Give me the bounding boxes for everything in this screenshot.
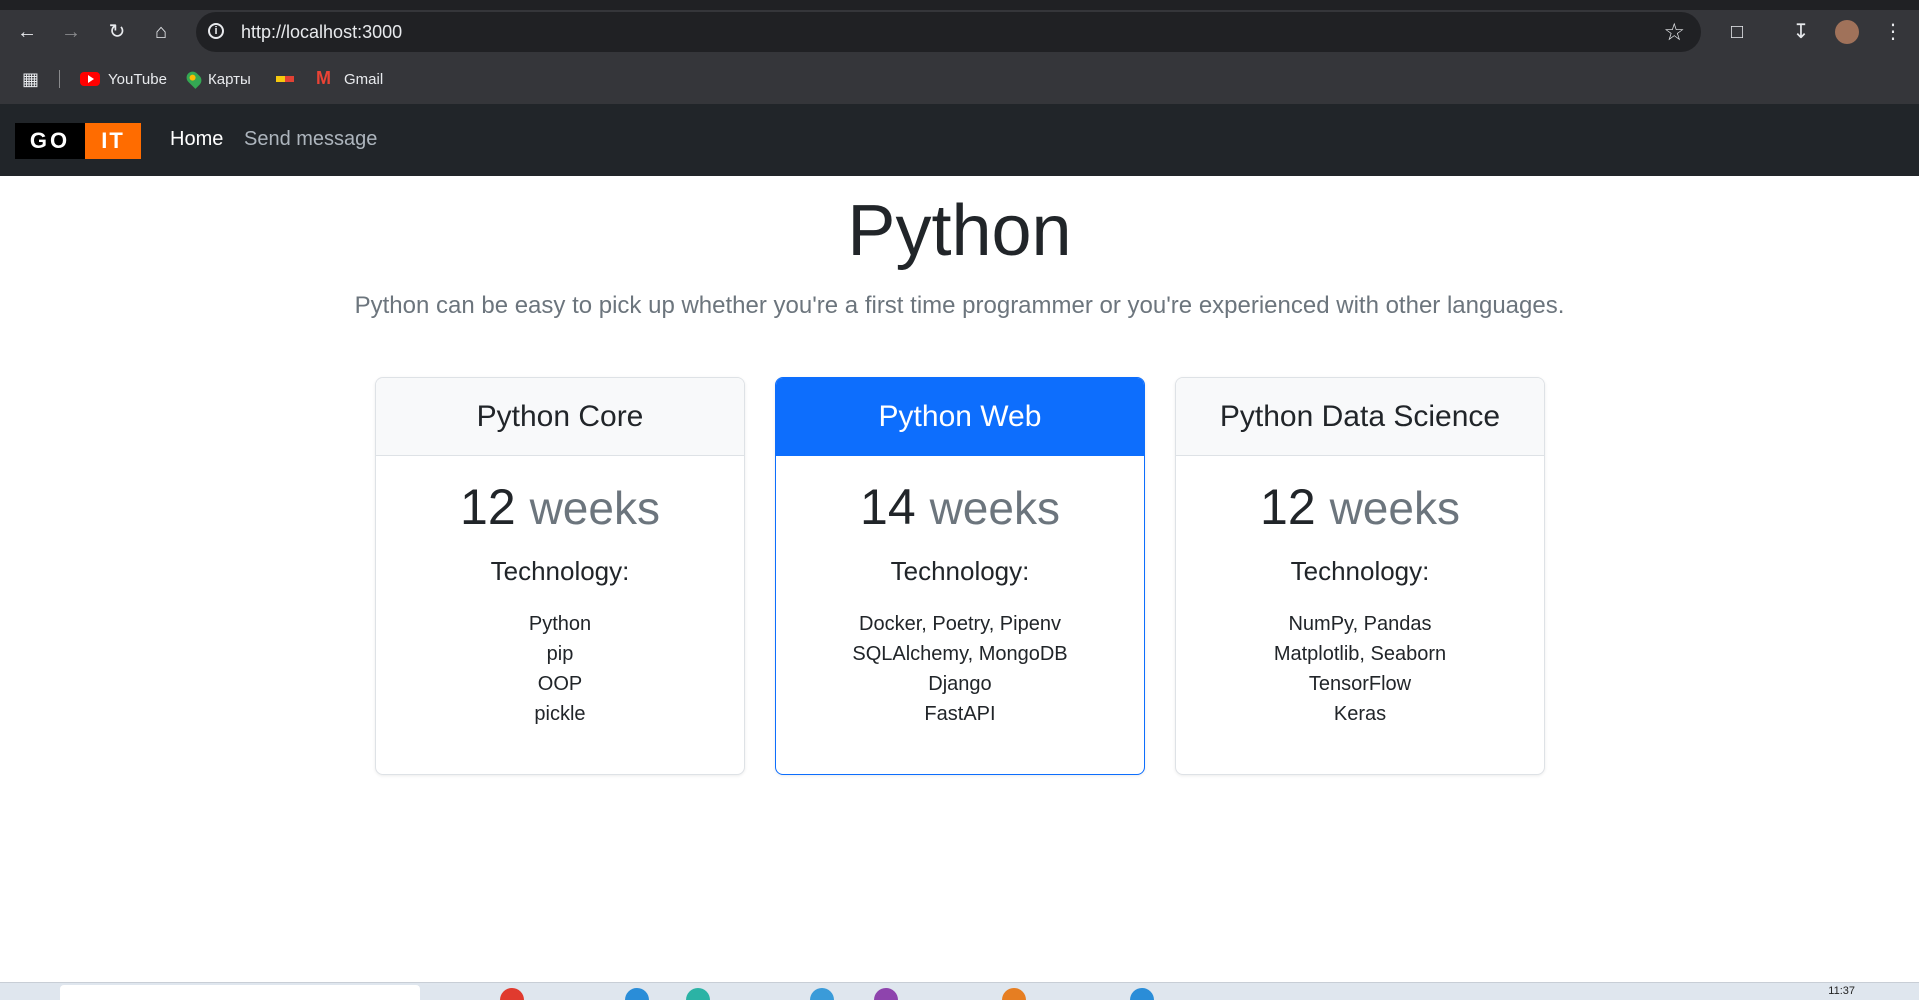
profile-avatar-icon[interactable]	[1834, 19, 1860, 45]
nav-home-link[interactable]: Home	[170, 128, 223, 151]
forward-icon[interactable]: →	[58, 19, 84, 45]
technology-heading: Technology:	[490, 556, 630, 586]
bookmark-flag[interactable]	[276, 68, 302, 90]
taskbar-search-box[interactable]	[60, 985, 420, 1000]
duration-unit: weeks	[1329, 482, 1460, 534]
list-item: Python	[528, 613, 592, 635]
youtube-icon	[80, 72, 100, 86]
technology-list: Python pip OOP pickle	[376, 609, 744, 729]
taskbar-app-icon[interactable]	[1002, 988, 1026, 1000]
duration-number: 14	[860, 479, 916, 535]
bookmark-maps[interactable]: Карты	[184, 68, 251, 90]
taskbar-app-icon[interactable]	[810, 988, 834, 1000]
site-info-icon[interactable]: i	[208, 23, 224, 39]
taskbar-app-icon[interactable]	[500, 988, 524, 1000]
goit-logo[interactable]: GO IT	[15, 123, 141, 159]
course-card-python-data-science: Python Data Science 12 weeks Technology:…	[1175, 377, 1545, 775]
card-duration: 12 weeks	[376, 478, 744, 536]
taskbar-app-icon[interactable]	[686, 988, 710, 1000]
technology-list: NumPy, Pandas Matplotlib, Seaborn Tensor…	[1176, 609, 1544, 729]
duration-unit: weeks	[929, 482, 1060, 534]
nav-send-message-link[interactable]: Send message	[244, 128, 377, 151]
download-icon[interactable]: ↧	[1788, 19, 1814, 45]
back-icon[interactable]: ←	[14, 19, 40, 45]
bookmark-youtube[interactable]: YouTube	[80, 68, 167, 90]
address-bar[interactable]: i http://localhost:3000 ☆	[196, 12, 1701, 52]
apps-grid-icon[interactable]: ▦	[22, 68, 39, 90]
technology-list: Docker, Poetry, Pipenv SQLAlchemy, Mongo…	[776, 609, 1144, 729]
taskbar-clock: 11:37	[1828, 985, 1855, 997]
address-url[interactable]: http://localhost:3000	[241, 22, 402, 43]
duration-number: 12	[460, 479, 516, 535]
card-duration: 14 weeks	[776, 478, 1144, 536]
bookmark-label: YouTube	[108, 70, 167, 88]
taskbar-app-icon[interactable]	[625, 988, 649, 1000]
card-duration: 12 weeks	[1176, 478, 1544, 536]
extensions-icon[interactable]: □	[1724, 19, 1750, 45]
list-item: OOP	[537, 673, 583, 695]
maps-icon	[184, 69, 204, 89]
bookmarks-divider	[59, 70, 60, 88]
list-item: Matplotlib, Seaborn	[1273, 643, 1447, 665]
page-lead: Python can be easy to pick up whether yo…	[354, 292, 1565, 319]
duration-number: 12	[1260, 479, 1316, 535]
list-item: pickle	[534, 703, 586, 725]
card-title: Python Data Science	[1176, 378, 1544, 456]
os-taskbar: 11:37	[0, 982, 1919, 1000]
list-item: FastAPI	[924, 703, 996, 725]
gmail-icon	[316, 68, 336, 89]
bookmark-star-icon[interactable]: ☆	[1663, 18, 1685, 47]
card-title: Python Web	[776, 378, 1144, 456]
menu-kebab-icon[interactable]: ⋮	[1880, 19, 1906, 45]
list-item: pip	[546, 643, 574, 665]
list-item: NumPy, Pandas	[1288, 613, 1432, 635]
bookmark-gmail[interactable]: Gmail	[316, 68, 383, 90]
reload-icon[interactable]: ↻	[104, 19, 130, 45]
card-title: Python Core	[376, 378, 744, 456]
list-item: TensorFlow	[1308, 673, 1412, 695]
bookmarks-bar: ▦ YouTube Карты Gmail	[0, 54, 1919, 104]
browser-toolbar: ← → ↻ ⌂ i http://localhost:3000 ☆ □ ↧ ⋮	[0, 10, 1919, 54]
taskbar-app-icon[interactable]	[874, 988, 898, 1000]
course-card-python-web: Python Web 14 weeks Technology: Docker, …	[775, 377, 1145, 775]
list-item: Django	[928, 673, 992, 695]
home-icon[interactable]: ⌂	[148, 19, 174, 45]
app-navbar: GO IT Home Send message	[0, 104, 1919, 176]
duration-unit: weeks	[529, 482, 660, 534]
technology-heading: Technology:	[890, 556, 1030, 586]
logo-go: GO	[15, 123, 85, 159]
list-item: SQLAlchemy, MongoDB	[852, 643, 1068, 665]
bookmark-label: Карты	[208, 70, 251, 88]
logo-it: IT	[85, 123, 141, 159]
list-item: Keras	[1333, 703, 1387, 725]
technology-heading: Technology:	[1290, 556, 1430, 586]
bookmark-flag-icon	[276, 76, 294, 82]
list-item: Docker, Poetry, Pipenv	[859, 613, 1061, 635]
taskbar-app-icon[interactable]	[1130, 988, 1154, 1000]
course-card-python-core: Python Core 12 weeks Technology: Python …	[375, 377, 745, 775]
bookmark-label: Gmail	[344, 70, 384, 88]
page-title: Python	[847, 191, 1072, 271]
browser-tab-strip	[0, 0, 1919, 10]
